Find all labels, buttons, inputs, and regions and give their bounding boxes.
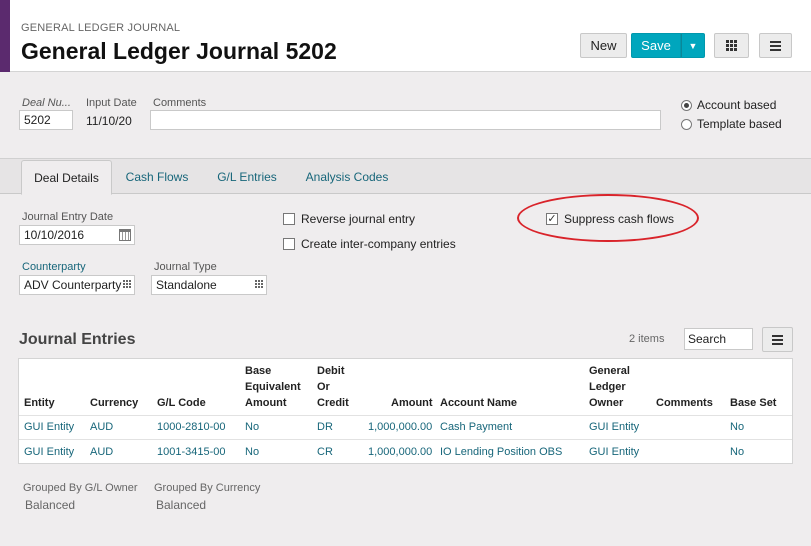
column-header-account-name[interactable]: Account Name xyxy=(440,395,517,411)
grid-icon xyxy=(726,40,737,51)
journal-type-label: Journal Type xyxy=(154,261,217,273)
radio-template-based-label: Template based xyxy=(697,117,782,131)
column-header-amount[interactable]: Amount xyxy=(391,395,433,411)
radio-account-based[interactable]: Account based xyxy=(681,98,776,112)
column-header-gl-code[interactable]: G/L Code xyxy=(157,395,206,411)
table-cell[interactable]: 1,000,000.00 xyxy=(368,446,432,458)
column-header-base-equivalent-amount[interactable]: Base Equivalent Amount xyxy=(245,363,307,411)
divider xyxy=(19,439,792,440)
grouped-currency-label: Grouped By Currency xyxy=(154,482,261,494)
save-button[interactable]: Save xyxy=(631,33,681,58)
journal-entry-date-label: Journal Entry Date xyxy=(22,211,114,223)
table-cell[interactable]: 1001-3415-00 xyxy=(157,446,226,458)
form-body xyxy=(0,72,811,546)
intercompany-label: Create inter-company entries xyxy=(301,237,456,251)
hamburger-icon xyxy=(770,40,781,51)
caret-down-icon: ▼ xyxy=(688,40,698,51)
page-title: General Ledger Journal 5202 xyxy=(21,38,337,64)
journal-entry-date-value: 10/10/2016 xyxy=(24,228,85,242)
journal-type-value: Standalone xyxy=(156,278,217,292)
table-cell[interactable]: 1,000,000.00 xyxy=(368,421,432,433)
column-header-base-set[interactable]: Base Set xyxy=(730,395,776,411)
table-cell[interactable]: GUI Entity xyxy=(24,421,74,433)
column-header-entity[interactable]: Entity xyxy=(24,395,55,411)
comments-field[interactable] xyxy=(150,110,661,130)
tab-cash-flows[interactable]: Cash Flows xyxy=(116,160,198,194)
counterparty-field[interactable]: ADV Counterparty xyxy=(19,275,135,295)
checkbox-unchecked-icon xyxy=(283,238,295,250)
column-header-currency[interactable]: Currency xyxy=(90,395,138,411)
search-input[interactable]: Search xyxy=(684,328,753,350)
input-date-value: 11/10/20 xyxy=(86,114,132,128)
table-cell[interactable]: No xyxy=(245,421,259,433)
table-cell[interactable]: No xyxy=(245,446,259,458)
table-cell[interactable]: AUD xyxy=(90,446,113,458)
journal-entries-title: Journal Entries xyxy=(19,331,136,348)
column-header-general-ledger-owner[interactable]: General Ledger Owner xyxy=(589,363,639,411)
counterparty-label[interactable]: Counterparty xyxy=(22,261,86,273)
radio-template-based[interactable]: Template based xyxy=(681,117,782,131)
journal-entries-table: Entity Currency G/L Code Base Equivalent… xyxy=(18,358,793,464)
journal-type-field[interactable]: Standalone xyxy=(151,275,267,295)
journal-entry-date-field[interactable]: 10/10/2016 xyxy=(19,225,135,245)
radio-unselected-icon xyxy=(681,118,692,130)
grouped-owner-value: Balanced xyxy=(25,498,76,512)
highlight-ellipse xyxy=(517,194,699,242)
table-cell[interactable]: Cash Payment xyxy=(440,421,512,433)
menu-button[interactable] xyxy=(759,33,792,58)
grid-view-button[interactable] xyxy=(714,33,749,58)
table-cell[interactable]: CR xyxy=(317,446,333,458)
radio-selected-icon xyxy=(681,99,692,111)
radio-account-based-label: Account based xyxy=(697,98,777,112)
save-options-caret-button[interactable]: ▼ xyxy=(681,33,705,58)
checkbox-unchecked-icon xyxy=(283,213,295,225)
column-header-debit-or-credit[interactable]: Debit Or Credit xyxy=(317,363,357,411)
reverse-journal-checkbox[interactable]: Reverse journal entry xyxy=(283,212,415,226)
reverse-journal-label: Reverse journal entry xyxy=(301,212,416,226)
counterparty-value: ADV Counterparty xyxy=(24,278,122,292)
lookup-grid-icon[interactable] xyxy=(255,280,263,288)
intercompany-checkbox[interactable]: Create inter-company entries xyxy=(283,237,456,251)
tab-deal-details[interactable]: Deal Details xyxy=(21,160,112,195)
deal-number-field[interactable]: 5202 xyxy=(19,110,73,130)
accent-bar xyxy=(0,0,10,72)
table-cell[interactable]: IO Lending Position OBS xyxy=(440,446,562,458)
comments-label: Comments xyxy=(153,97,207,109)
table-cell[interactable]: No xyxy=(730,446,744,458)
table-cell[interactable]: 1000-2810-00 xyxy=(157,421,226,433)
new-button[interactable]: New xyxy=(580,33,627,58)
deal-number-label: Deal Nu... xyxy=(22,97,71,109)
items-count: 2 items xyxy=(629,333,665,345)
divider xyxy=(19,415,792,416)
breadcrumb[interactable]: GENERAL LEDGER JOURNAL xyxy=(21,22,180,34)
lookup-grid-icon[interactable] xyxy=(123,280,131,288)
table-cell[interactable]: GUI Entity xyxy=(589,446,639,458)
grouped-currency-value: Balanced xyxy=(156,498,207,512)
grouped-owner-label: Grouped By G/L Owner xyxy=(23,482,138,494)
table-cell[interactable]: GUI Entity xyxy=(589,421,639,433)
tab-gl-entries[interactable]: G/L Entries xyxy=(206,160,288,194)
table-cell[interactable]: GUI Entity xyxy=(24,446,74,458)
table-cell[interactable]: AUD xyxy=(90,421,113,433)
tab-analysis-codes[interactable]: Analysis Codes xyxy=(296,160,398,194)
table-cell[interactable]: No xyxy=(730,421,744,433)
table-menu-button[interactable] xyxy=(762,327,793,352)
calendar-icon[interactable] xyxy=(119,229,131,241)
table-cell[interactable]: DR xyxy=(317,421,333,433)
input-date-label: Input Date xyxy=(86,97,137,109)
hamburger-icon xyxy=(772,334,783,345)
column-header-comments[interactable]: Comments xyxy=(656,395,713,411)
